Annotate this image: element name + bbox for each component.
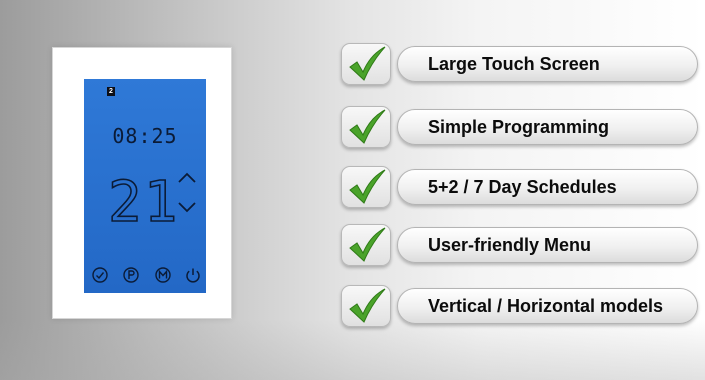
- feature-label-box: User-friendly Menu: [397, 227, 698, 263]
- feature-label: Simple Programming: [428, 117, 610, 137]
- feature-label: Vertical / Horizontal models: [428, 296, 664, 316]
- thermostat-device: 2 08:25 21: [52, 47, 232, 319]
- confirm-icon: [92, 267, 108, 283]
- temp-down-button[interactable]: [177, 200, 197, 214]
- checkmark-icon: [349, 288, 386, 323]
- feature-item-programming: Simple Programming: [341, 106, 698, 148]
- feature-item-touch-screen: Large Touch Screen: [341, 43, 698, 85]
- day-indicator: 2: [107, 87, 115, 96]
- temperature-value: 21: [108, 171, 179, 231]
- thermostat-screen: 2 08:25 21: [84, 79, 206, 293]
- feature-label: Large Touch Screen: [428, 54, 600, 74]
- program-icon: [123, 267, 139, 283]
- temperature-display: 21: [107, 171, 179, 231]
- confirm-button[interactable]: [91, 266, 109, 284]
- checkmark-badge: [341, 43, 391, 85]
- promo-banner: 2 08:25 21 Large Touch Screen Simple Pro…: [0, 0, 705, 380]
- power-button[interactable]: [184, 266, 202, 284]
- clock-display: 08:25: [112, 124, 178, 148]
- checkmark-badge: [341, 106, 391, 148]
- checkmark-icon: [349, 46, 386, 81]
- menu-icon: [155, 267, 171, 283]
- checkmark-badge: [341, 166, 391, 208]
- checkmark-icon: [349, 109, 386, 144]
- chevron-up-icon: [178, 172, 196, 183]
- feature-label: User-friendly Menu: [428, 235, 592, 255]
- chevron-down-icon: [178, 202, 196, 213]
- checkmark-icon: [349, 169, 386, 204]
- checkmark-icon: [349, 227, 386, 262]
- feature-label-box: Vertical / Horizontal models: [397, 288, 698, 324]
- thermostat-button-row: [84, 266, 206, 286]
- feature-item-schedules: 5+2 / 7 Day Schedules: [341, 166, 698, 208]
- program-button[interactable]: [122, 266, 140, 284]
- menu-button[interactable]: [154, 266, 172, 284]
- feature-item-menu: User-friendly Menu: [341, 224, 698, 266]
- temp-up-button[interactable]: [177, 171, 197, 185]
- feature-label-box: 5+2 / 7 Day Schedules: [397, 169, 698, 205]
- feature-label-box: Large Touch Screen: [397, 46, 698, 82]
- power-icon: [186, 268, 200, 283]
- feature-label-box: Simple Programming: [397, 109, 698, 145]
- checkmark-badge: [341, 224, 391, 266]
- checkmark-badge: [341, 285, 391, 327]
- feature-item-models: Vertical / Horizontal models: [341, 285, 698, 327]
- feature-label: 5+2 / 7 Day Schedules: [428, 177, 617, 197]
